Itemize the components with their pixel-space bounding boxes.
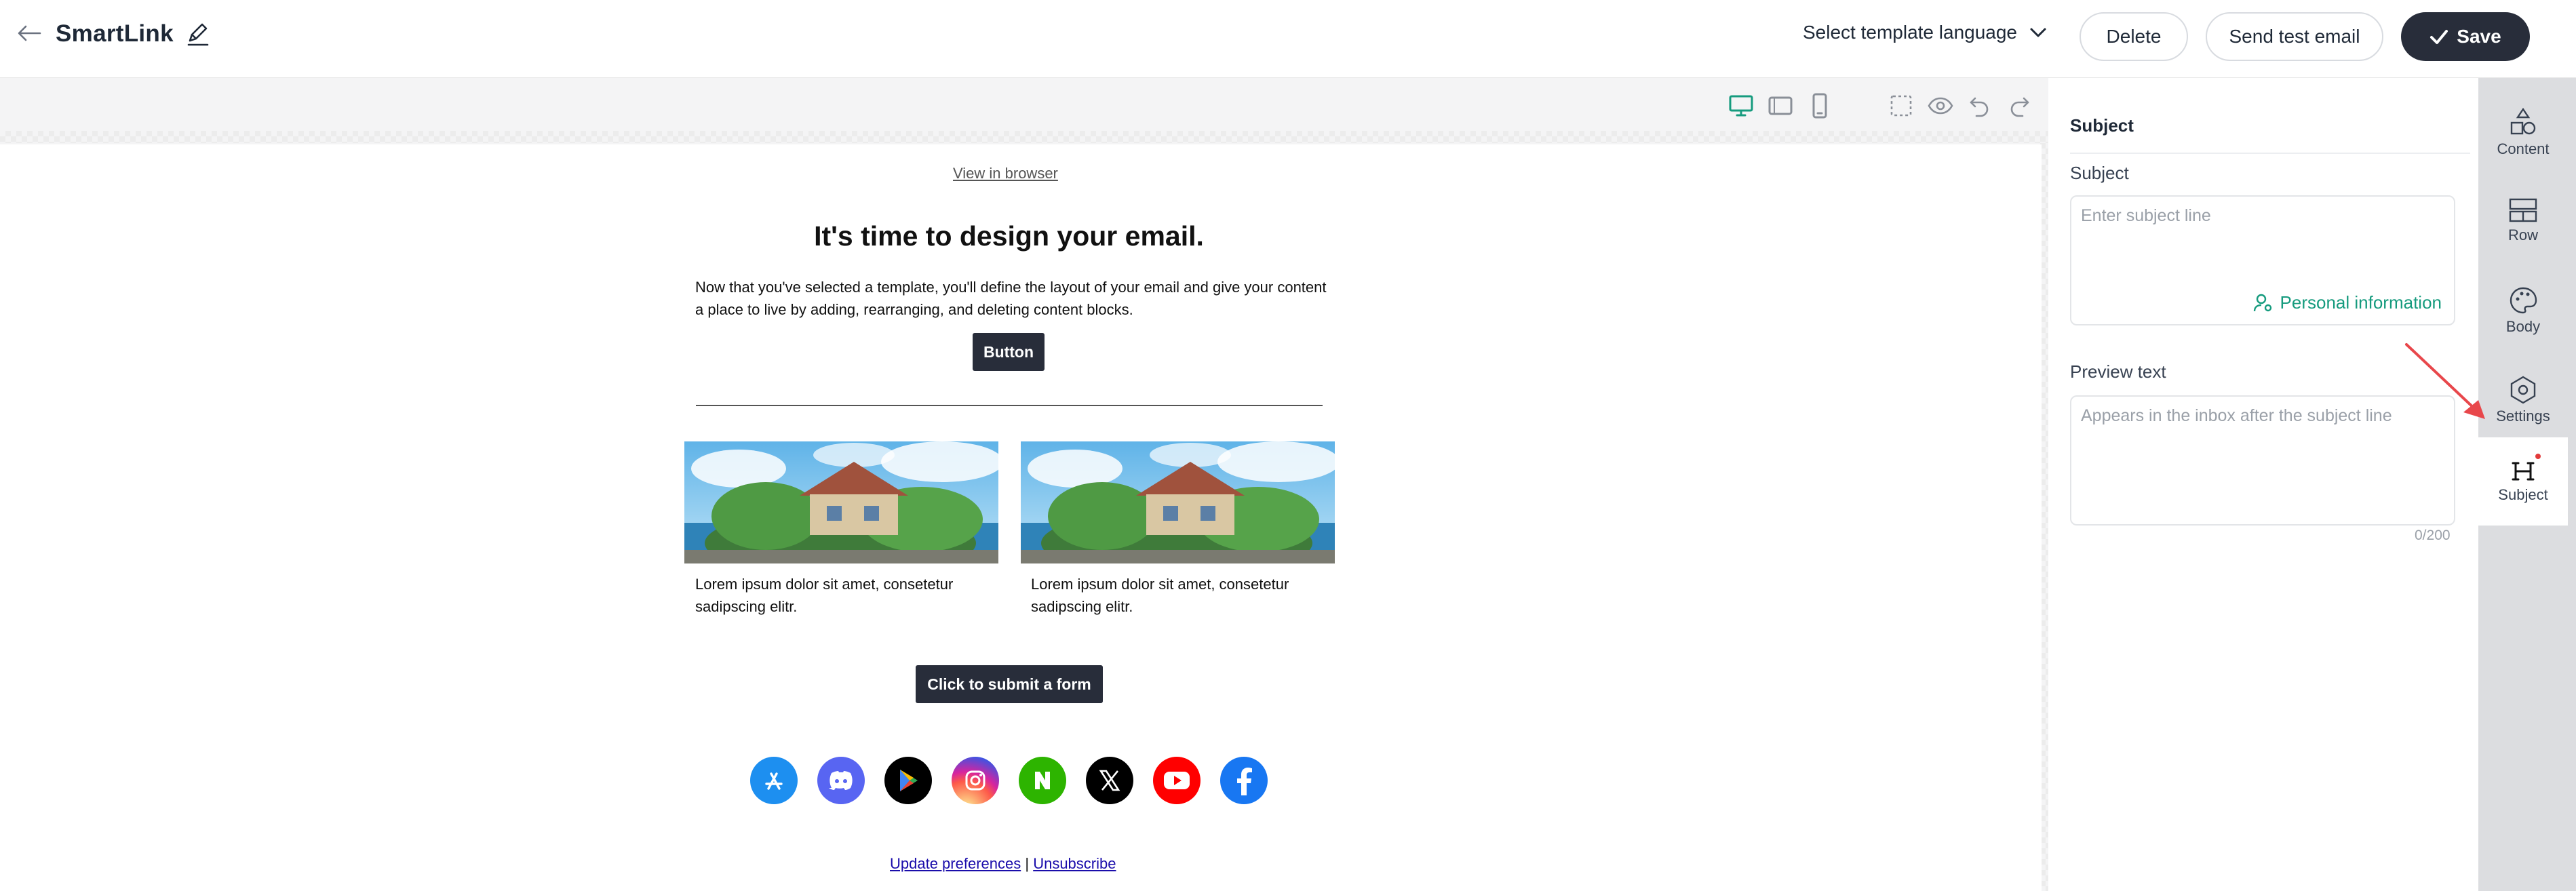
edit-title-icon[interactable] xyxy=(184,20,212,47)
naver-icon[interactable] xyxy=(1019,757,1066,804)
email-body: View in browser It's time to design your… xyxy=(0,144,2042,891)
subject-placeholder: Enter subject line xyxy=(2081,206,2211,225)
palette-icon xyxy=(2510,287,2537,314)
rail-label-content: Content xyxy=(2497,140,2550,157)
unsubscribe-link[interactable]: Unsubscribe xyxy=(1033,855,1116,872)
rail-item-settings[interactable]: Settings xyxy=(2478,356,2568,444)
facebook-icon[interactable] xyxy=(1220,757,1268,804)
shapes-icon xyxy=(2510,107,2536,135)
column-image-2[interactable] xyxy=(1021,441,1335,563)
personal-information-label: Personal information xyxy=(2280,292,2442,313)
rail-label-settings: Settings xyxy=(2496,408,2550,424)
footer-links: Update preferences | Unsubscribe xyxy=(890,855,1116,873)
preview-text-placeholder: Appears in the inbox after the subject l… xyxy=(2081,406,2392,425)
preview-text-label: Preview text xyxy=(2070,361,2166,382)
submit-form-button[interactable]: Click to submit a form xyxy=(916,665,1103,703)
side-rail: Content Row Body Settings Subject xyxy=(2478,78,2576,891)
delete-button[interactable]: Delete xyxy=(2080,12,2188,61)
subject-label: Subject xyxy=(2070,163,2129,183)
canvas-toolbar xyxy=(0,78,2048,132)
save-label: Save xyxy=(2457,26,2501,47)
personal-information-button[interactable]: Personal information xyxy=(2253,292,2442,313)
template-language-select[interactable]: Select template language xyxy=(1803,22,2047,43)
update-preferences-link[interactable]: Update preferences xyxy=(890,855,1021,872)
divider xyxy=(696,405,1323,406)
x-icon[interactable] xyxy=(1086,757,1133,804)
desktop-view-icon[interactable] xyxy=(1727,92,1755,120)
rail-item-subject[interactable]: Subject xyxy=(2478,437,2568,526)
user-settings-icon xyxy=(2253,294,2271,311)
check-icon xyxy=(2430,30,2448,44)
panel-divider xyxy=(2070,153,2470,154)
template-language-label: Select template language xyxy=(1803,22,2017,43)
tablet-view-icon[interactable] xyxy=(1766,92,1795,120)
column-caption-1[interactable]: Lorem ipsum dolor sit amet, consetetur s… xyxy=(695,573,994,618)
save-button[interactable]: Save xyxy=(2401,12,2530,61)
editor-canvas: View in browser It's time to design your… xyxy=(0,78,2048,891)
send-test-email-button[interactable]: Send test email xyxy=(2206,12,2383,61)
app-title: SmartLink xyxy=(56,20,174,47)
rail-item-body[interactable]: Body xyxy=(2478,266,2568,355)
preview-text-input[interactable]: Appears in the inbox after the subject l… xyxy=(2070,395,2455,526)
mobile-view-icon[interactable] xyxy=(1806,92,1834,120)
rail-label-body: Body xyxy=(2505,318,2541,335)
instagram-icon[interactable] xyxy=(952,757,999,804)
google-play-icon[interactable] xyxy=(884,757,932,804)
chevron-down-icon xyxy=(2030,28,2046,37)
footer-separator: | xyxy=(1025,855,1030,872)
youtube-icon[interactable] xyxy=(1153,757,1201,804)
rail-label-row: Row xyxy=(2507,226,2538,243)
notification-dot xyxy=(2535,454,2541,459)
undo-icon[interactable] xyxy=(1966,92,1994,120)
subject-settings-panel: Subject Subject Enter subject line Perso… xyxy=(2048,78,2478,891)
canvas-pattern xyxy=(0,131,2048,143)
column-image-1[interactable] xyxy=(684,441,998,563)
email-intro-text[interactable]: Now that you've selected a template, you… xyxy=(695,276,1329,321)
rail-item-content[interactable]: Content xyxy=(2478,88,2568,176)
select-area-icon[interactable] xyxy=(1887,92,1915,120)
rows-icon xyxy=(2509,198,2537,222)
discord-icon[interactable] xyxy=(817,757,865,804)
panel-title: Subject xyxy=(2070,115,2134,136)
back-arrow-icon[interactable] xyxy=(15,19,43,47)
heading-icon xyxy=(2512,462,2535,481)
view-in-browser-link[interactable]: View in browser xyxy=(953,165,1058,182)
hexagon-settings-icon xyxy=(2510,376,2536,404)
column-caption-2[interactable]: Lorem ipsum dolor sit amet, consetetur s… xyxy=(1031,573,1329,618)
rail-label-subject: Subject xyxy=(2498,486,2548,503)
preview-eye-icon[interactable] xyxy=(1926,92,1955,120)
email-button[interactable]: Button xyxy=(973,333,1045,371)
rail-item-row[interactable]: Row xyxy=(2478,176,2568,264)
email-headline[interactable]: It's time to design your email. xyxy=(678,220,1340,252)
subject-input[interactable]: Enter subject line Personal information xyxy=(2070,195,2455,325)
top-bar: SmartLink Select template language Delet… xyxy=(0,0,2576,78)
app-store-icon[interactable] xyxy=(750,757,798,804)
preview-text-counter: 0/200 xyxy=(2415,528,2451,543)
redo-icon[interactable] xyxy=(2005,92,2033,120)
